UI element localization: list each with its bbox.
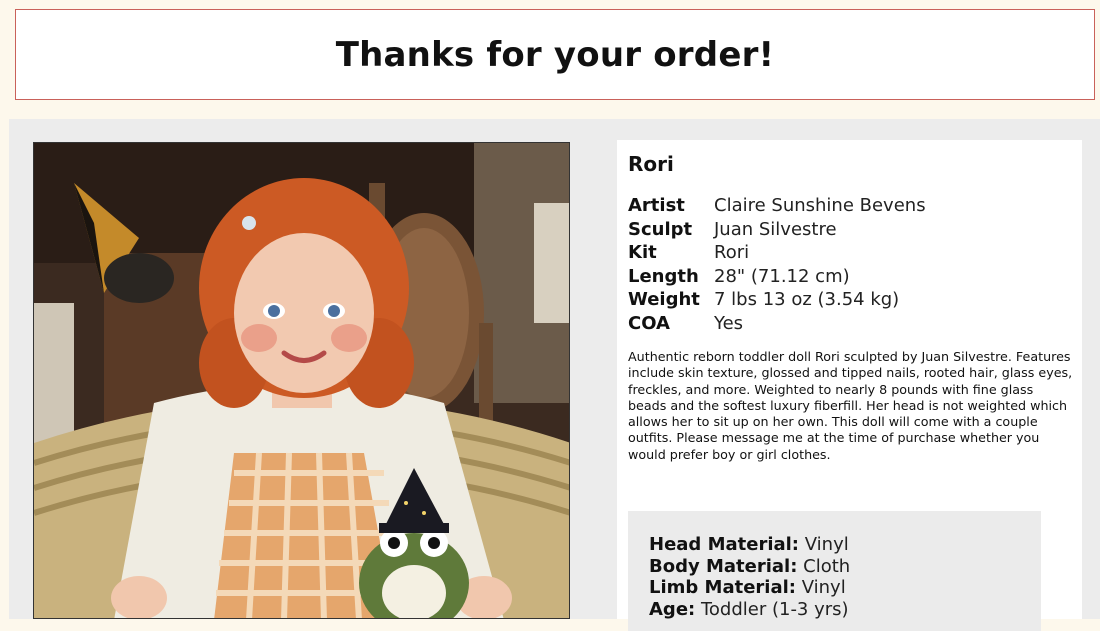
spec-row-coa: COA Yes bbox=[628, 312, 1068, 336]
spec-row-length: Length 28" (71.12 cm) bbox=[628, 265, 1068, 289]
material-row-limb: Limb Material: Vinyl bbox=[649, 577, 850, 599]
spec-value: Rori bbox=[714, 242, 750, 264]
spec-row-kit: Kit Rori bbox=[628, 241, 1068, 265]
spec-label: Artist bbox=[628, 195, 685, 216]
spec-label: Weight bbox=[628, 289, 700, 311]
material-row-age: Age: Toddler (1-3 yrs) bbox=[649, 599, 850, 621]
material-label: Head Material: bbox=[649, 534, 800, 555]
spec-value: Juan Silvestre bbox=[714, 218, 837, 240]
material-label: Age: bbox=[649, 598, 696, 620]
material-value: Vinyl bbox=[801, 577, 846, 598]
spec-row-weight: Weight 7 lbs 13 oz (3.54 kg) bbox=[628, 288, 1068, 312]
materials-box: Head Material: Vinyl Body Material: Clot… bbox=[628, 511, 1041, 631]
spec-label: Kit bbox=[628, 242, 657, 264]
spec-value: Yes bbox=[714, 312, 744, 334]
product-details-panel: Rori Artist Claire Sunshine Bevens Sculp… bbox=[617, 140, 1082, 631]
order-confirmation-banner: Thanks for your order! bbox=[15, 9, 1095, 100]
material-value: Vinyl bbox=[804, 534, 849, 555]
spec-value: 28" (71.12 cm) bbox=[714, 265, 850, 287]
materials-list: Head Material: Vinyl Body Material: Clot… bbox=[649, 534, 850, 620]
spec-value: Claire Sunshine Bevens bbox=[714, 195, 926, 216]
page-title: Thanks for your order! bbox=[335, 34, 775, 75]
spec-list: Artist Claire Sunshine Bevens Sculpt Jua… bbox=[628, 194, 1068, 336]
doll-illustration bbox=[34, 143, 569, 618]
spec-row-sculpt: Sculpt Juan Silvestre bbox=[628, 218, 1068, 242]
material-value: Toddler (1-3 yrs) bbox=[700, 598, 849, 620]
material-label: Body Material: bbox=[649, 555, 798, 577]
material-row-body: Body Material: Cloth bbox=[649, 556, 850, 578]
spec-label: Sculpt bbox=[628, 218, 693, 240]
product-name: Rori bbox=[628, 152, 674, 176]
spec-value: 7 lbs 13 oz (3.54 kg) bbox=[714, 289, 900, 311]
spec-label: COA bbox=[628, 312, 670, 334]
product-photo[interactable] bbox=[33, 142, 570, 619]
spec-label: Length bbox=[628, 265, 699, 287]
material-label: Limb Material: bbox=[649, 577, 796, 598]
spec-row-artist: Artist Claire Sunshine Bevens bbox=[628, 194, 1068, 218]
material-row-head: Head Material: Vinyl bbox=[649, 534, 850, 556]
material-value: Cloth bbox=[803, 555, 851, 577]
product-description: Authentic reborn toddler doll Rori sculp… bbox=[628, 349, 1073, 462]
